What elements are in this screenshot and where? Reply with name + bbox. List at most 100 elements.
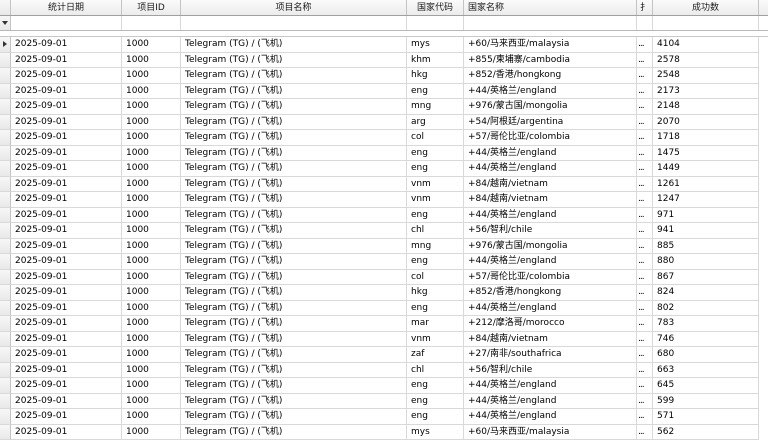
cell-country-name[interactable]: +44/英格兰/england: [464, 145, 637, 161]
cell-project-name[interactable]: Telegram (TG) / (飞机): [181, 52, 407, 68]
cell-country-name[interactable]: +852/香港/hongkong: [464, 68, 637, 84]
cell-country-code[interactable]: vnm: [407, 176, 464, 192]
cell-truncated[interactable]: ...: [637, 145, 653, 161]
cell-truncated[interactable]: ...: [637, 161, 653, 177]
table-row[interactable]: 2025-09-01 1000 Telegram (TG) / (飞机) col +57…: [0, 269, 768, 285]
cell-project-name[interactable]: Telegram (TG) / (飞机): [181, 393, 407, 409]
row-indicator[interactable]: [0, 316, 11, 332]
cell-project-id[interactable]: 1000: [122, 68, 181, 84]
cell-country-name[interactable]: +44/英格兰/england: [464, 409, 637, 425]
table-row[interactable]: 2025-09-01 1000 Telegram (TG) / (飞机) vnm +84…: [0, 192, 768, 208]
filter-cell-project-id[interactable]: [122, 16, 181, 30]
column-header-project-name[interactable]: 项目名称: [181, 0, 407, 15]
table-row[interactable]: 2025-09-01 1000 Telegram (TG) / (飞机) vnm +84…: [0, 331, 768, 347]
cell-country-name[interactable]: +44/英格兰/england: [464, 83, 637, 99]
cell-success-count[interactable]: 599: [653, 393, 759, 409]
row-indicator[interactable]: [0, 145, 11, 161]
cell-project-id[interactable]: 1000: [122, 409, 181, 425]
cell-success-count[interactable]: 880: [653, 254, 759, 270]
table-row[interactable]: 2025-09-01 1000 Telegram (TG) / (飞机) chl +56…: [0, 362, 768, 378]
row-indicator[interactable]: [0, 176, 11, 192]
cell-country-code[interactable]: vnm: [407, 331, 464, 347]
cell-project-name[interactable]: Telegram (TG) / (飞机): [181, 161, 407, 177]
cell-project-name[interactable]: Telegram (TG) / (飞机): [181, 37, 407, 53]
cell-country-name[interactable]: +54/阿根廷/argentina: [464, 114, 637, 130]
cell-country-name[interactable]: +855/柬埔寨/cambodia: [464, 52, 637, 68]
cell-country-code[interactable]: hkg: [407, 285, 464, 301]
cell-country-code[interactable]: arg: [407, 114, 464, 130]
column-header-truncated[interactable]: 扌: [637, 0, 653, 15]
cell-date[interactable]: 2025-09-01: [11, 378, 122, 394]
data-grid[interactable]: 统计日期 项目ID 项目名称 国家代码 国家名称 扌 成功数 2025-09-0…: [0, 0, 768, 446]
table-row[interactable]: 2025-09-01 1000 Telegram (TG) / (飞机) eng +44…: [0, 161, 768, 177]
cell-success-count[interactable]: 1475: [653, 145, 759, 161]
cell-success-count[interactable]: 663: [653, 362, 759, 378]
cell-country-code[interactable]: chl: [407, 362, 464, 378]
cell-project-id[interactable]: 1000: [122, 145, 181, 161]
cell-country-code[interactable]: col: [407, 130, 464, 146]
row-indicator[interactable]: [0, 300, 11, 316]
cell-country-name[interactable]: +57/哥伦比亚/colombia: [464, 269, 637, 285]
cell-country-name[interactable]: +84/越南/vietnam: [464, 192, 637, 208]
cell-date[interactable]: 2025-09-01: [11, 68, 122, 84]
cell-date[interactable]: 2025-09-01: [11, 99, 122, 115]
cell-date[interactable]: 2025-09-01: [11, 254, 122, 270]
table-row[interactable]: 2025-09-01 1000 Telegram (TG) / (飞机) khm +85…: [0, 52, 768, 68]
cell-project-id[interactable]: 1000: [122, 37, 181, 53]
cell-project-name[interactable]: Telegram (TG) / (飞机): [181, 68, 407, 84]
cell-success-count[interactable]: 2070: [653, 114, 759, 130]
column-header-project-id[interactable]: 项目ID: [122, 0, 181, 15]
cell-project-id[interactable]: 1000: [122, 52, 181, 68]
table-row[interactable]: 2025-09-01 1000 Telegram (TG) / (飞机) eng +44…: [0, 378, 768, 394]
cell-project-id[interactable]: 1000: [122, 254, 181, 270]
cell-date[interactable]: 2025-09-01: [11, 130, 122, 146]
cell-project-id[interactable]: 1000: [122, 300, 181, 316]
cell-project-name[interactable]: Telegram (TG) / (飞机): [181, 176, 407, 192]
cell-date[interactable]: 2025-09-01: [11, 192, 122, 208]
filter-cell-country-code[interactable]: [407, 16, 464, 30]
cell-success-count[interactable]: 783: [653, 316, 759, 332]
cell-project-name[interactable]: Telegram (TG) / (飞机): [181, 223, 407, 239]
cell-date[interactable]: 2025-09-01: [11, 52, 122, 68]
cell-country-name[interactable]: +852/香港/hongkong: [464, 285, 637, 301]
cell-project-name[interactable]: Telegram (TG) / (飞机): [181, 378, 407, 394]
cell-country-code[interactable]: mar: [407, 316, 464, 332]
cell-truncated[interactable]: ...: [637, 207, 653, 223]
cell-truncated[interactable]: ...: [637, 409, 653, 425]
cell-country-name[interactable]: +56/智利/chile: [464, 362, 637, 378]
cell-country-name[interactable]: +84/越南/vietnam: [464, 331, 637, 347]
cell-date[interactable]: 2025-09-01: [11, 424, 122, 440]
row-indicator[interactable]: [0, 68, 11, 84]
filter-cell-truncated[interactable]: [637, 16, 653, 30]
cell-truncated[interactable]: ...: [637, 68, 653, 84]
cell-country-name[interactable]: +44/英格兰/england: [464, 254, 637, 270]
cell-date[interactable]: 2025-09-01: [11, 300, 122, 316]
row-indicator[interactable]: [0, 130, 11, 146]
table-row[interactable]: 2025-09-01 1000 Telegram (TG) / (飞机) eng +44…: [0, 207, 768, 223]
table-row[interactable]: 2025-09-01 1000 Telegram (TG) / (飞机) mng +97…: [0, 238, 768, 254]
row-indicator[interactable]: [0, 424, 11, 440]
filter-cell-project-name[interactable]: [181, 16, 407, 30]
cell-country-name[interactable]: +27/南非/southafrica: [464, 347, 637, 363]
row-indicator[interactable]: [0, 362, 11, 378]
table-row[interactable]: 2025-09-01 1000 Telegram (TG) / (飞机) vnm +84…: [0, 176, 768, 192]
cell-date[interactable]: 2025-09-01: [11, 145, 122, 161]
cell-project-id[interactable]: 1000: [122, 99, 181, 115]
row-indicator[interactable]: [0, 409, 11, 425]
cell-country-code[interactable]: eng: [407, 145, 464, 161]
cell-project-name[interactable]: Telegram (TG) / (飞机): [181, 331, 407, 347]
cell-success-count[interactable]: 680: [653, 347, 759, 363]
cell-country-name[interactable]: +44/英格兰/england: [464, 378, 637, 394]
cell-truncated[interactable]: ...: [637, 285, 653, 301]
cell-date[interactable]: 2025-09-01: [11, 207, 122, 223]
row-indicator[interactable]: [0, 223, 11, 239]
filter-cell-country-name[interactable]: [464, 16, 637, 30]
cell-country-name[interactable]: +84/越南/vietnam: [464, 176, 637, 192]
cell-project-id[interactable]: 1000: [122, 285, 181, 301]
cell-date[interactable]: 2025-09-01: [11, 176, 122, 192]
cell-country-name[interactable]: +976/蒙古国/mongolia: [464, 99, 637, 115]
cell-project-name[interactable]: Telegram (TG) / (飞机): [181, 347, 407, 363]
cell-project-name[interactable]: Telegram (TG) / (飞机): [181, 145, 407, 161]
cell-project-name[interactable]: Telegram (TG) / (飞机): [181, 192, 407, 208]
cell-project-name[interactable]: Telegram (TG) / (飞机): [181, 300, 407, 316]
